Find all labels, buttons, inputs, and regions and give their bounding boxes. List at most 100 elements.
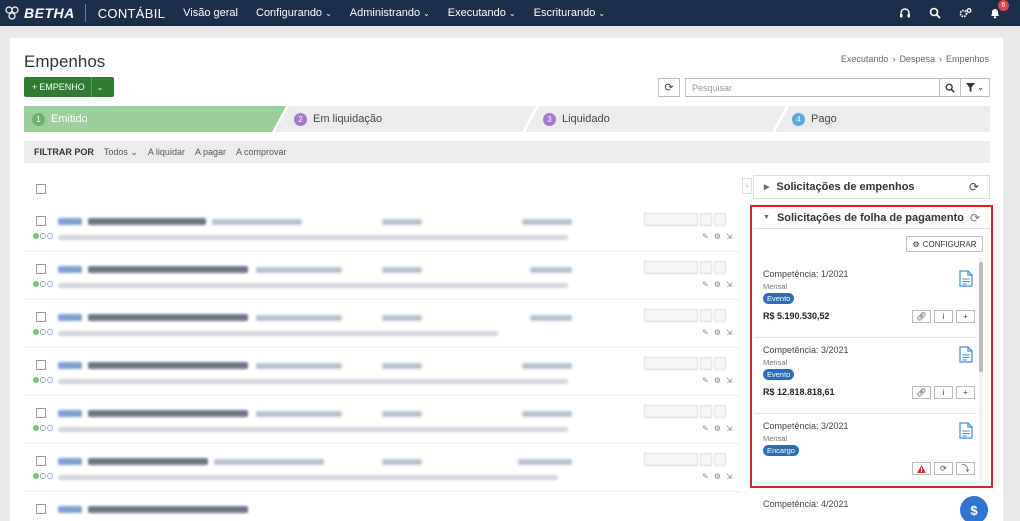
row-supplier-blurred xyxy=(88,314,248,321)
row-actions[interactable] xyxy=(644,453,726,466)
row-description-blurred xyxy=(58,283,568,288)
dollar-icon: $ xyxy=(970,502,978,518)
payroll-request-card[interactable]: Competência: 4/2021 xyxy=(754,492,977,521)
search-icon xyxy=(945,83,955,93)
expand-icon: ⇲ xyxy=(725,376,733,385)
highlight-box xyxy=(750,205,993,488)
row-value-blurred xyxy=(530,315,572,321)
breadcrumb: Executando › Despesa › Empenhos xyxy=(841,54,989,64)
row-actions[interactable] xyxy=(644,213,726,226)
table-row[interactable]: ✎ ⚙ ⇲ xyxy=(24,448,741,492)
row-icons[interactable]: ✎ ⚙ ⇲ xyxy=(702,232,733,241)
search-input[interactable] xyxy=(685,78,940,97)
module-name[interactable]: CONTÁBIL xyxy=(98,6,165,21)
nav-label: Administrando xyxy=(349,7,421,19)
nav-administrando[interactable]: Administrando ⌄ xyxy=(350,7,430,19)
row-status-dots xyxy=(33,329,53,335)
row-icons[interactable]: ✎ ⚙ ⇲ xyxy=(702,424,733,433)
row-checkbox[interactable] xyxy=(36,264,46,274)
row-status-dots xyxy=(33,425,53,431)
chevron-down-icon: ⌄ xyxy=(976,82,985,92)
row-status-dots xyxy=(33,473,53,479)
table-row[interactable]: ✎ ⚙ ⇲ xyxy=(24,304,741,348)
table-row[interactable]: ✎ ⚙ ⇲ xyxy=(24,256,741,300)
row-doc-blurred xyxy=(212,219,302,225)
search-icon[interactable] xyxy=(928,6,942,20)
chevron-right-icon: › xyxy=(938,54,942,64)
refresh-button[interactable]: ⟳ xyxy=(658,78,680,97)
funnel-icon xyxy=(965,83,975,92)
caret-right-icon: ▶ xyxy=(764,184,770,191)
refresh-icon[interactable]: ⟳ xyxy=(969,180,979,194)
financial-fab-button[interactable]: $ xyxy=(960,496,988,521)
row-checkbox[interactable] xyxy=(36,360,46,370)
gears-icon[interactable] xyxy=(958,6,972,20)
row-actions[interactable] xyxy=(644,309,726,322)
filter-a-liquidar[interactable]: A liquidar xyxy=(148,147,185,157)
nav-configurando[interactable]: Configurando ⌄ xyxy=(256,7,332,19)
step-emitido[interactable]: 1 Emitido xyxy=(32,106,88,132)
gear-icon: ⚙ xyxy=(713,280,721,289)
table-row[interactable]: ✎ ⚙ ⇲ xyxy=(24,352,741,396)
step-liquidado[interactable]: 3 Liquidado xyxy=(543,106,610,132)
top-navbar: BETHA CONTÁBIL Visão geral Configurando ⌄… xyxy=(0,0,1020,26)
gear-icon: ⚙ xyxy=(713,232,721,241)
bell-icon[interactable]: 6 xyxy=(988,0,1009,20)
row-supplier-blurred xyxy=(88,410,248,417)
headset-icon[interactable] xyxy=(898,6,912,20)
row-description-blurred xyxy=(58,427,568,432)
collapse-panel-button[interactable]: › xyxy=(742,178,752,194)
advanced-filter-button[interactable]: ⌄ xyxy=(960,78,990,97)
row-value-blurred xyxy=(522,411,572,417)
row-status-dots xyxy=(33,281,53,287)
filter-a-comprovar[interactable]: A comprovar xyxy=(236,147,287,157)
chevron-down-icon: ⌄ xyxy=(325,8,332,18)
row-description-blurred xyxy=(58,235,568,240)
chevron-down-icon: ⌄ xyxy=(423,8,430,18)
status-stepper: 1 Emitido 2 Em liquidação 3 Liquidado 4 … xyxy=(24,106,990,132)
breadcrumb-item[interactable]: Despesa xyxy=(899,54,935,64)
row-actions[interactable] xyxy=(644,261,726,274)
step-em-liquidacao[interactable]: 2 Em liquidação xyxy=(294,106,382,132)
row-date-blurred xyxy=(382,459,422,465)
row-icons[interactable]: ✎ ⚙ ⇲ xyxy=(702,328,733,337)
page-title: Empenhos xyxy=(24,52,106,71)
row-icons[interactable]: ✎ ⚙ ⇲ xyxy=(702,472,733,481)
stepper-background xyxy=(24,106,990,132)
row-checkbox[interactable] xyxy=(36,504,46,514)
chevron-down-icon[interactable]: ⌄ xyxy=(92,77,109,97)
filter-todos[interactable]: Todos ⌄ xyxy=(104,147,138,158)
row-checkbox[interactable] xyxy=(36,216,46,226)
row-actions[interactable] xyxy=(644,405,726,418)
breadcrumb-item[interactable]: Executando xyxy=(841,54,889,64)
step-label: Em liquidação xyxy=(313,113,383,125)
expand-icon: ⇲ xyxy=(725,424,733,433)
nav-visao-geral[interactable]: Visão geral xyxy=(183,7,238,19)
row-checkbox[interactable] xyxy=(36,408,46,418)
add-empenho-button[interactable]: + EMPENHO ⌄ xyxy=(24,77,114,97)
row-checkbox[interactable] xyxy=(36,456,46,466)
add-empenho-main[interactable]: + EMPENHO xyxy=(24,77,92,97)
select-all-checkbox[interactable] xyxy=(36,184,46,194)
row-value-blurred xyxy=(522,219,572,225)
row-supplier-blurred xyxy=(88,506,248,513)
brand-logo[interactable]: BETHA xyxy=(0,0,75,26)
row-checkbox[interactable] xyxy=(36,312,46,322)
row-actions[interactable] xyxy=(644,357,726,370)
filter-label: FILTRAR POR xyxy=(34,147,94,157)
row-icons[interactable]: ✎ ⚙ ⇲ xyxy=(702,376,733,385)
step-pago[interactable]: 4 Pago xyxy=(792,106,837,132)
table-row[interactable] xyxy=(24,496,741,521)
row-icons[interactable]: ✎ ⚙ ⇲ xyxy=(702,280,733,289)
row-date-blurred xyxy=(382,363,422,369)
gear-icon: ⚙ xyxy=(713,376,721,385)
filter-a-pagar[interactable]: A pagar xyxy=(195,147,226,157)
solicitacoes-empenhos-header[interactable]: ▶ Solicitações de empenhos ⟳ xyxy=(753,175,990,199)
table-row[interactable]: ✎ ⚙ ⇲ xyxy=(24,208,741,252)
nav-executando[interactable]: Executando ⌄ xyxy=(448,7,516,19)
step-number: 1 xyxy=(32,112,45,126)
table-row[interactable]: ✎ ⚙ ⇲ xyxy=(24,400,741,444)
nav-label: Configurando xyxy=(256,7,323,19)
nav-escriturando[interactable]: Escriturando ⌄ xyxy=(534,7,605,19)
search-button[interactable] xyxy=(939,78,961,97)
